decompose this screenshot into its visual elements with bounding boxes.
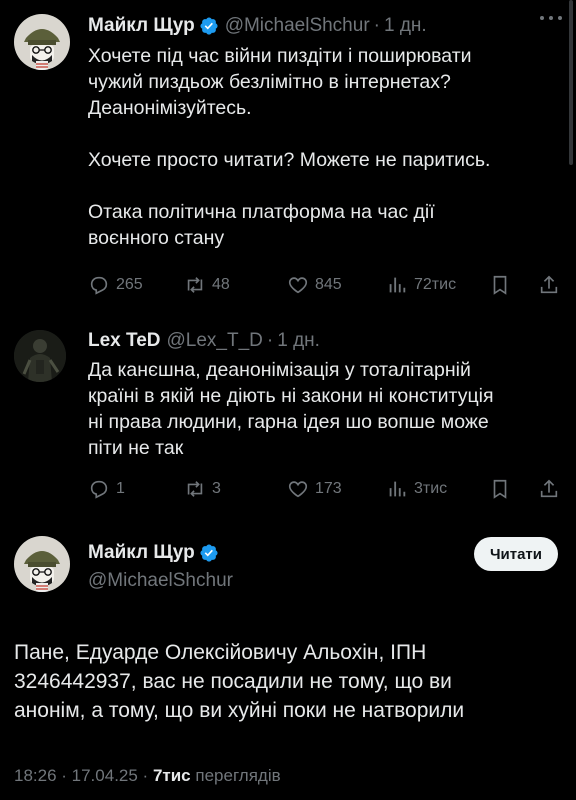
- like-count: 845: [315, 276, 342, 293]
- author-name[interactable]: Майкл Щур: [88, 15, 195, 37]
- share-icon: [540, 275, 558, 294]
- views-count: 72тис: [414, 276, 457, 293]
- tweet-text: Пане, Едуарде Олексійовичу Альохін, ІПН …: [14, 641, 465, 722]
- avatar-lexted-image: [14, 330, 66, 382]
- retweet-count: 3: [212, 480, 221, 497]
- like-count: 173: [315, 480, 342, 497]
- tweet-1-actions: 265 48 845 72тис: [0, 272, 576, 298]
- author-handle[interactable]: @MichaelShchur: [88, 570, 233, 592]
- scrollbar[interactable]: [569, 0, 573, 165]
- post-time[interactable]: 1 дн.: [277, 330, 320, 352]
- reply-button[interactable]: 1: [88, 478, 125, 500]
- more-options-icon[interactable]: [540, 16, 562, 22]
- verified-badge-icon[interactable]: [199, 543, 219, 563]
- heart-icon: [288, 481, 308, 498]
- retweet-icon: [187, 277, 203, 293]
- tweet-2-actions: 1 3 173 3тис: [0, 476, 576, 502]
- author-name[interactable]: Lex TeD: [88, 330, 161, 352]
- post-timestamp[interactable]: 18:26 · 17.04.25 ·: [14, 766, 148, 785]
- bookmark-button[interactable]: [489, 274, 511, 296]
- post-meta: 18:26 · 17.04.25 · 7тис переглядів: [14, 766, 281, 786]
- views-count: 3тис: [414, 480, 448, 497]
- reply-icon: [90, 480, 108, 499]
- avatar-lexted[interactable]: [14, 330, 66, 382]
- views-label: переглядів: [195, 766, 281, 785]
- heart-icon: [288, 277, 308, 294]
- bookmark-button[interactable]: [489, 478, 511, 500]
- reply-count: 265: [116, 276, 143, 293]
- author-handle[interactable]: @Lex_T_D: [167, 330, 263, 352]
- retweet-icon: [187, 481, 203, 497]
- retweet-button[interactable]: 48: [184, 274, 230, 296]
- retweet-count: 48: [212, 276, 230, 293]
- share-button[interactable]: [538, 478, 560, 500]
- avatar-michael[interactable]: [14, 536, 70, 592]
- avatar-michael-image: [14, 536, 70, 592]
- share-icon: [540, 479, 558, 498]
- views-button[interactable]: 3тис: [386, 478, 447, 500]
- share-button[interactable]: [538, 274, 560, 296]
- retweet-button[interactable]: 3: [184, 478, 221, 500]
- like-button[interactable]: 173: [287, 478, 342, 500]
- post-time[interactable]: 1 дн.: [384, 15, 427, 37]
- verified-badge-icon[interactable]: [199, 16, 219, 36]
- avatar-michael-image: [14, 14, 70, 70]
- views-button[interactable]: 72тис: [386, 274, 456, 296]
- views-chart-icon: [389, 481, 406, 497]
- avatar-michael[interactable]: [14, 14, 70, 70]
- follow-button[interactable]: Читати: [473, 537, 558, 571]
- reply-button[interactable]: 265: [88, 274, 143, 296]
- bookmark-icon: [493, 275, 507, 295]
- views-count: 7тис: [152, 766, 191, 785]
- author-name[interactable]: Майкл Щур: [88, 542, 195, 564]
- tweet-text: Хочете під час війни пиздіти і поширюват…: [88, 45, 491, 249]
- like-button[interactable]: 845: [287, 274, 342, 296]
- reply-icon: [90, 276, 108, 295]
- views-chart-icon: [389, 277, 406, 293]
- reply-count: 1: [116, 480, 125, 497]
- separator-dot: ·: [373, 15, 380, 36]
- bookmark-icon: [493, 479, 507, 499]
- tweet-text: Да канєшна, деанонімізація у тоталітарні…: [88, 359, 494, 459]
- separator-dot: ·: [266, 330, 274, 351]
- author-handle[interactable]: @MichaelShchur: [225, 15, 370, 37]
